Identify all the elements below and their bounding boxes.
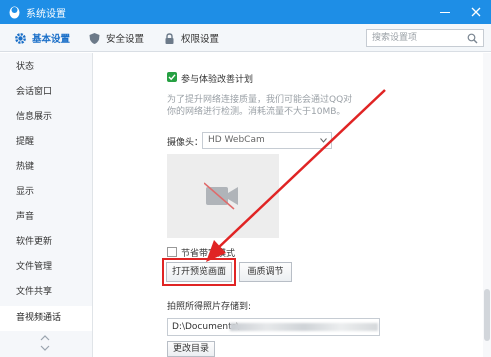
save-path-label: 拍照所得照片存储到: <box>167 302 252 312</box>
quality-adjust-button[interactable]: 画质调节 <box>239 262 292 282</box>
settings-sidebar: 状态 会话窗口 信息展示 提醒 热键 显示 声音 软件更新 文件管理 文件共享 … <box>0 53 93 357</box>
sidebar-item-label: 文件管理 <box>16 262 53 272</box>
sidebar-item-label: 热键 <box>16 162 35 172</box>
sidebar-item-file-sharing[interactable]: 文件共享 <box>0 280 92 305</box>
qq-penguin-icon <box>9 6 20 19</box>
search-input[interactable] <box>367 30 465 46</box>
experience-checkbox[interactable] <box>167 72 177 82</box>
redacted-path <box>230 323 378 331</box>
sidebar-item-display[interactable]: 显示 <box>0 180 92 205</box>
window-title: 系统设置 <box>26 9 66 20</box>
tab-security-settings[interactable]: 安全设置 <box>88 24 144 52</box>
experience-desc-line2: 你的网络进行检测。消耗流量不大于10MB。 <box>167 107 346 117</box>
camera-preview <box>167 154 279 238</box>
tab-label: 基本设置 <box>32 34 71 45</box>
sidebar-item-software-update[interactable]: 软件更新 <box>0 230 92 255</box>
chevron-up-icon[interactable] <box>40 334 50 341</box>
tab-basic-settings[interactable]: 基本设置 <box>14 24 70 52</box>
tab-label: 安全设置 <box>106 34 145 45</box>
sidebar-item-hotkeys[interactable]: 热键 <box>0 155 92 180</box>
title-bar: 系统设置 <box>0 0 491 24</box>
gear-icon <box>15 32 26 44</box>
sidebar-item-label: 会话窗口 <box>16 87 53 97</box>
sidebar-item-label: 状态 <box>16 62 35 72</box>
minimize-button[interactable] <box>430 0 460 24</box>
settings-toolbar: 基本设置 安全设置 权限设置 <box>0 24 491 52</box>
sidebar-item-label: 文件共享 <box>16 287 53 297</box>
sidebar-item-info-display[interactable]: 信息展示 <box>0 105 92 130</box>
camera-select-value: HD WebCam <box>208 135 265 145</box>
checkmark-icon <box>168 74 176 81</box>
sidebar-item-status[interactable]: 状态 <box>0 55 92 80</box>
save-path-field[interactable]: D:\Documents\ <box>167 318 380 336</box>
camera-select[interactable]: HD WebCam <box>202 132 332 149</box>
camera-off-icon <box>204 182 238 210</box>
sidebar-item-file-management[interactable]: 文件管理 <box>0 255 92 280</box>
sidebar-item-label: 显示 <box>16 187 35 197</box>
sidebar-item-label: 音视频通话 <box>16 313 62 323</box>
power-saving-checkbox[interactable] <box>167 247 177 257</box>
scrollbar-thumb[interactable] <box>484 289 490 341</box>
chevron-down-icon <box>320 138 327 143</box>
close-icon <box>471 7 481 17</box>
search-box[interactable] <box>366 29 484 47</box>
sidebar-item-label: 提醒 <box>16 137 35 147</box>
lock-icon <box>165 32 174 44</box>
camera-label: 摄像头： <box>167 138 204 148</box>
change-directory-button[interactable]: 更改目录 <box>167 341 215 357</box>
content-scrollbar[interactable] <box>483 53 491 357</box>
experience-label: 参与体验改善计划 <box>181 75 254 85</box>
shield-icon <box>89 32 100 44</box>
sidebar-item-sound[interactable]: 声音 <box>0 205 92 230</box>
sidebar-item-label: 信息展示 <box>16 112 53 122</box>
tab-permission-settings[interactable]: 权限设置 <box>163 24 219 52</box>
sidebar-item-chat-window[interactable]: 会话窗口 <box>0 80 92 105</box>
chevron-down-icon[interactable] <box>40 345 50 352</box>
sidebar-item-reminder[interactable]: 提醒 <box>0 130 92 155</box>
sidebar-item-label: 声音 <box>16 212 35 222</box>
tab-label: 权限设置 <box>181 34 220 45</box>
close-button[interactable] <box>461 0 491 24</box>
sidebar-item-label: 软件更新 <box>16 237 53 247</box>
search-icon[interactable] <box>467 33 478 44</box>
open-preview-button[interactable]: 打开预览画面 <box>166 262 232 282</box>
sidebar-item-av-call[interactable]: 音视频通话 <box>0 306 92 331</box>
